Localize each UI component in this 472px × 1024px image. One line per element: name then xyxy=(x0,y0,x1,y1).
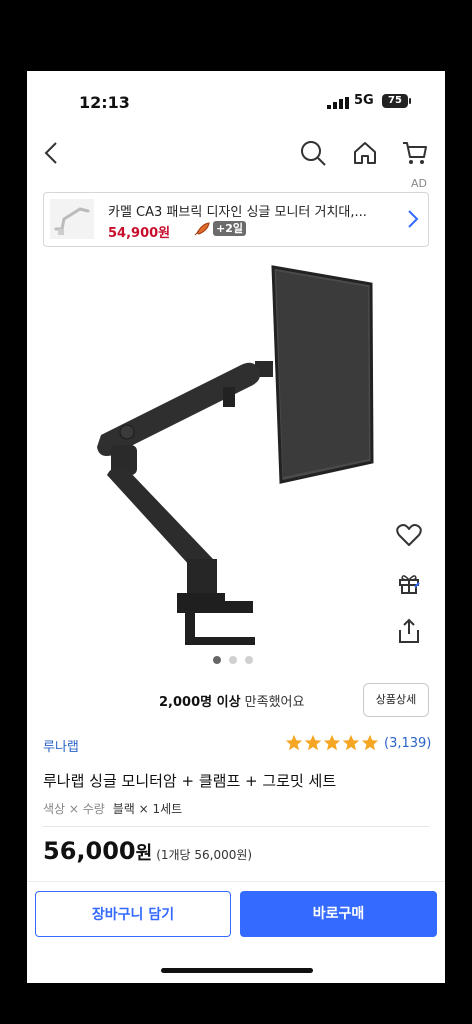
satisfaction-count: 2,000명 이상 xyxy=(159,695,241,710)
product-title: 루나랩 싱글 모니터암 + 클램프 + 그로밋 세트 xyxy=(43,772,337,790)
review-count[interactable]: (3,139) xyxy=(384,736,431,751)
phone-screen: 12:13 5G 75 AD 카멜 CA3 패브릭 디자인 싱글 모니터 거치대… xyxy=(27,71,445,983)
ad-title: 카멜 CA3 패브릭 디자인 싱글 모니터 거치대,... xyxy=(108,205,367,220)
battery-icon: 75 xyxy=(382,94,411,108)
gallery-dots xyxy=(213,656,253,664)
status-bar: 12:13 5G 75 xyxy=(27,71,445,131)
gallery-dot-3[interactable] xyxy=(245,656,253,664)
option-row: 색상 × 수량 블랙 × 1세트 xyxy=(43,800,182,817)
star-icon xyxy=(285,734,303,751)
home-indicator xyxy=(161,968,313,973)
signal-icon xyxy=(327,97,349,109)
product-image[interactable] xyxy=(27,249,445,649)
price: 56,000 xyxy=(43,837,136,865)
search-button[interactable] xyxy=(297,137,329,169)
gallery-dot-1[interactable] xyxy=(213,656,221,664)
chevron-right-icon xyxy=(408,210,419,228)
back-button[interactable] xyxy=(35,137,67,169)
ad-thumbnail xyxy=(50,199,94,239)
side-actions xyxy=(393,519,425,663)
cart-icon xyxy=(403,142,427,164)
option-value: 블랙 × 1세트 xyxy=(112,802,183,816)
network-type: 5G xyxy=(354,93,374,108)
brand-link[interactable]: 루나랩 xyxy=(43,736,79,755)
star-icon xyxy=(361,734,379,751)
star-icon xyxy=(304,734,322,751)
back-arrow-icon xyxy=(44,142,57,164)
add-to-cart-button[interactable]: 장바구니 담기 xyxy=(35,891,231,937)
home-button[interactable] xyxy=(349,137,381,169)
star-icon xyxy=(323,734,341,751)
share-icon xyxy=(399,618,419,643)
share-button[interactable] xyxy=(393,615,425,647)
rating[interactable]: (3,139) xyxy=(285,734,431,752)
bottom-action-bar: 장바구니 담기 바로구매 xyxy=(27,881,445,983)
gift-button[interactable] xyxy=(393,567,425,599)
gallery-dot-2[interactable] xyxy=(229,656,237,664)
satisfaction-label: 만족했어요 xyxy=(244,695,305,710)
status-time: 12:13 xyxy=(79,93,130,112)
rocket-delivery-icon xyxy=(194,221,210,235)
satisfaction-text: 2,000명 이상 만족했어요 xyxy=(159,691,304,710)
top-nav xyxy=(27,131,445,175)
option-label: 색상 × 수량 xyxy=(43,802,105,816)
unit-price: (1개당 56,000원) xyxy=(156,848,253,862)
heart-icon xyxy=(396,524,422,546)
wishlist-button[interactable] xyxy=(393,519,425,551)
star-icon xyxy=(342,734,360,751)
buy-now-button[interactable]: 바로구매 xyxy=(240,891,437,937)
home-icon xyxy=(354,142,376,164)
gift-icon xyxy=(399,575,420,594)
price-row: 56,000 원 (1개당 56,000원) xyxy=(43,837,252,865)
ad-tag: AD xyxy=(411,177,427,190)
cart-button[interactable] xyxy=(399,137,431,169)
delivery-badge: +2일 xyxy=(213,221,246,236)
price-unit: 원 xyxy=(135,843,153,864)
ad-banner[interactable]: 카멜 CA3 패브릭 디자인 싱글 모니터 거치대,... 54,900원 +2… xyxy=(43,192,429,247)
search-icon xyxy=(301,141,326,166)
product-detail-button[interactable]: 상품상세 xyxy=(363,683,429,717)
ad-badges: +2일 xyxy=(194,221,246,236)
ad-price: 54,900원 xyxy=(108,226,171,241)
divider xyxy=(43,826,429,827)
